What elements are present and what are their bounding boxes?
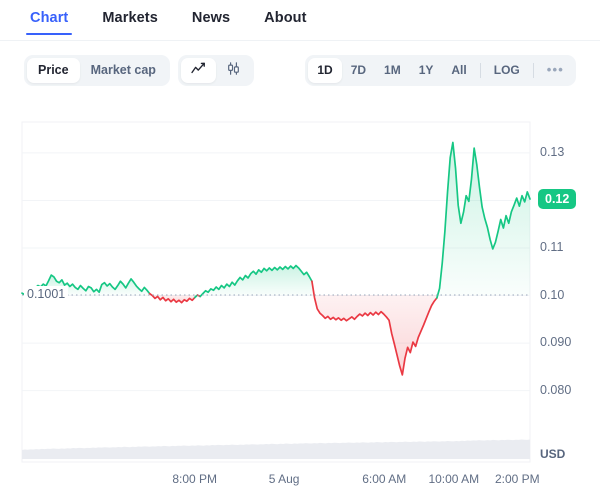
time-range-group: 1D 7D 1M 1Y All LOG ••• (305, 55, 576, 86)
tab-chart[interactable]: Chart (28, 8, 70, 35)
range-1m[interactable]: 1M (375, 58, 410, 83)
range-1d[interactable]: 1D (308, 58, 341, 83)
x-axis-label-2: 6:00 AM (362, 472, 406, 486)
line-chart-type-button[interactable] (181, 58, 216, 83)
metric-toggle-group: Price Market cap (24, 55, 170, 86)
chart-toolbar: Price Market cap 1D 7D 1M (0, 41, 600, 99)
y-axis-label-3: 0.10 (540, 288, 564, 302)
y-axis-label-4: 0.090 (540, 335, 571, 349)
range-divider-1 (480, 63, 481, 78)
current-price-badge: 0.12 (538, 189, 576, 209)
y-axis-label-2: 0.11 (540, 240, 563, 254)
x-axis-label-3: 10:00 AM (428, 472, 479, 486)
range-all[interactable]: All (442, 58, 475, 83)
area-fill-6 (437, 142, 530, 297)
y-axis-unit-label: USD (540, 447, 565, 461)
area-fill-4 (200, 266, 312, 297)
x-axis-label-4: 2:00 PM (495, 472, 540, 486)
reference-price-label: 0.1001 (24, 286, 68, 302)
price-chart[interactable]: 0.13 0.11 0.10 0.090 0.080 0.12 0.1001 USD 8:00 … (0, 102, 600, 497)
chart-type-toggle-group (178, 55, 254, 86)
volume-area (22, 439, 530, 459)
x-axis-label-0: 8:00 PM (172, 472, 217, 486)
metric-option-market-cap[interactable]: Market cap (80, 58, 167, 83)
line-chart-icon (191, 62, 206, 78)
y-axis-label-5: 0.080 (540, 383, 571, 397)
metric-option-price[interactable]: Price (27, 58, 80, 83)
tab-about[interactable]: About (262, 8, 308, 35)
range-divider-2 (533, 63, 534, 78)
tab-markets[interactable]: Markets (100, 8, 160, 35)
y-axis-label-0: 0.13 (540, 145, 564, 159)
more-options-button[interactable]: ••• (538, 58, 573, 83)
log-scale-button[interactable]: LOG (485, 58, 529, 83)
range-7d[interactable]: 7D (342, 58, 375, 83)
candlestick-chart-icon (226, 62, 241, 78)
candlestick-chart-type-button[interactable] (216, 58, 251, 83)
tab-news[interactable]: News (190, 8, 232, 35)
nav-tabs: Chart Markets News About (0, 0, 600, 41)
range-1y[interactable]: 1Y (410, 58, 443, 83)
price-chart-canvas[interactable] (0, 102, 600, 497)
more-options-icon: ••• (547, 66, 564, 74)
x-axis-label-1: 5 Aug (269, 472, 300, 486)
